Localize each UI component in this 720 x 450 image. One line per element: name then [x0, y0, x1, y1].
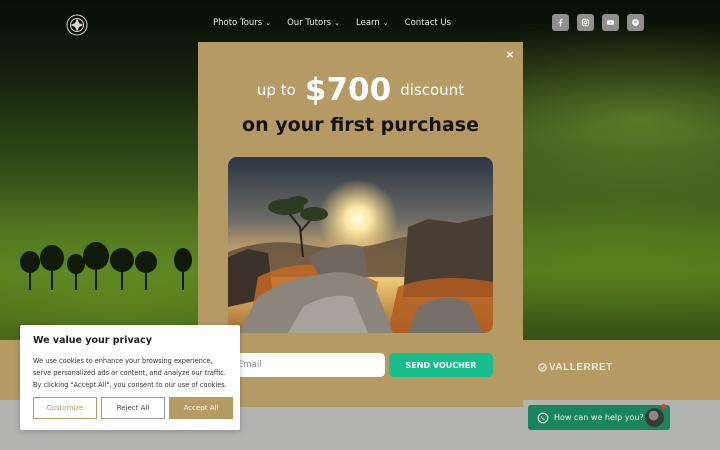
nav-item-label: Learn [356, 18, 380, 28]
main-nav: Photo Tours ⌄ Our Tutors ⌄ Learn ⌄ Conta… [213, 18, 451, 28]
discount-suffix: discount [400, 81, 465, 99]
site-logo-icon[interactable] [66, 14, 88, 36]
brand-logo-icon [538, 363, 547, 372]
whatsapp-icon [537, 412, 549, 423]
nav-item-contact-us[interactable]: Contact Us [405, 18, 451, 28]
brand-logo-text: VALLERRET [549, 362, 613, 373]
close-icon[interactable]: × [504, 49, 516, 61]
cookie-text-line: serve personalized ads or content, and a… [33, 369, 226, 377]
chat-label: How can we help you? [554, 413, 644, 422]
chevron-down-icon: ⌄ [334, 18, 340, 27]
nav-item-label: Contact Us [404, 18, 452, 28]
accept-all-button[interactable]: Accept All [169, 397, 233, 419]
pinterest-button[interactable] [627, 14, 644, 31]
chevron-down-icon: ⌄ [382, 18, 389, 27]
reject-all-button[interactable]: Reject All [101, 397, 165, 419]
discount-prefix: up to [256, 81, 296, 99]
nav-item-learn[interactable]: Learn ⌄ [356, 18, 389, 28]
discount-popup: × up to $700 discount on your first purc… [198, 42, 523, 407]
cookie-description: We use cookies to enhance your browsing … [33, 355, 227, 391]
cookie-consent-banner: We value your privacy We use cookies to … [20, 325, 240, 430]
brand-logo: VALLERRET [538, 362, 613, 373]
promo-landscape-image [228, 157, 493, 333]
cookie-actions: Customize Reject All Accept All [33, 397, 233, 419]
facebook-icon [558, 18, 563, 27]
cookie-text-line: By clicking "Accept All", you consent to… [33, 381, 227, 389]
facebook-button[interactable] [552, 14, 569, 31]
chevron-down-icon: ⌄ [265, 18, 272, 27]
discount-headline: up to $700 discount [198, 72, 523, 108]
send-voucher-button[interactable]: SEND VOUCHER [389, 353, 493, 377]
instagram-icon [581, 18, 590, 27]
cookie-text-line: We use cookies to enhance your browsing … [33, 357, 213, 365]
tree-line-image [20, 242, 192, 290]
instagram-button[interactable] [577, 14, 594, 31]
nav-item-photo-tours[interactable]: Photo Tours ⌄ [213, 18, 271, 28]
whatsapp-chat-button[interactable]: How can we help you? [528, 404, 670, 430]
email-field[interactable] [228, 353, 385, 377]
customize-button[interactable]: Customize [33, 397, 97, 419]
cookie-title: We value your privacy [33, 335, 152, 346]
social-links [552, 14, 644, 31]
youtube-button[interactable] [602, 14, 619, 31]
nav-item-label: Photo Tours [213, 18, 263, 28]
youtube-icon [606, 20, 615, 25]
nav-item-label: Our Tutors [287, 18, 332, 28]
popup-subtitle: on your first purchase [242, 114, 479, 136]
discount-amount: $700 [304, 72, 392, 108]
sunset-rocks-illustration [228, 157, 493, 333]
pinterest-icon [632, 19, 639, 26]
support-agent-avatar [645, 408, 664, 427]
notification-dot [661, 404, 666, 409]
nav-item-our-tutors[interactable]: Our Tutors ⌄ [287, 18, 340, 28]
